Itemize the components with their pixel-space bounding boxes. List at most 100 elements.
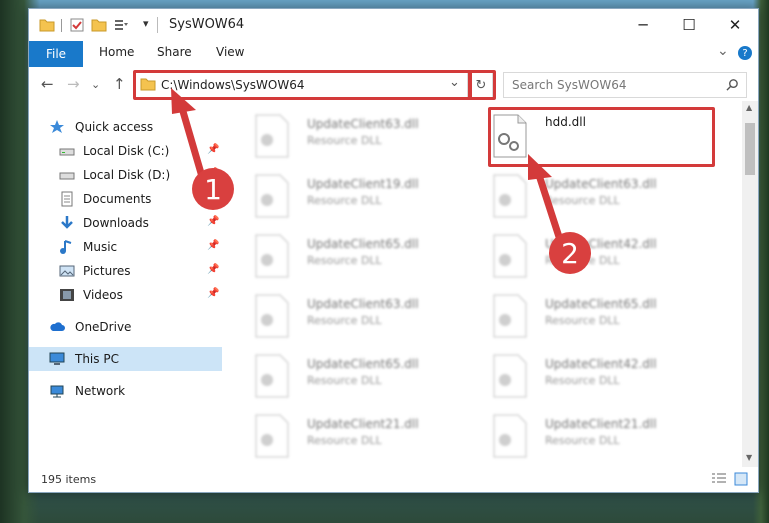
folder-icon [39, 19, 55, 32]
star-icon [50, 120, 64, 133]
dll-file-icon [493, 294, 527, 338]
dll-file-icon [255, 294, 289, 338]
file-item[interactable]: UpdateClient65.dll Resource DLL [232, 231, 462, 289]
dll-file-icon [493, 174, 527, 218]
nav-label: Local Disk (D:) [83, 168, 171, 182]
file-type: Resource DLL [545, 194, 620, 207]
nav-item-local-disk-c[interactable]: Local Disk (C:) 📌 [29, 139, 222, 163]
file-type: Resource DLL [545, 434, 620, 447]
file-item[interactable]: UpdateClient63.dll Resource DLL [470, 171, 700, 229]
scroll-down-icon[interactable]: ▼ [746, 453, 752, 462]
nav-label: Pictures [83, 264, 131, 278]
separator [61, 19, 62, 32]
computer-icon [49, 352, 65, 365]
customize-toolbar-icon[interactable] [113, 17, 129, 33]
file-item[interactable]: UpdateClient63.dll Resource DLL [232, 291, 462, 349]
network-icon [50, 385, 64, 398]
file-name: UpdateClient42.dll [545, 357, 657, 371]
nav-item-videos[interactable]: Videos 📌 [29, 283, 222, 307]
ribbon-tabs: File Home Share View ⌄ ? [29, 41, 758, 68]
search-box[interactable]: Search SysWOW64 [503, 72, 747, 98]
file-item[interactable]: UpdateClient63.dll Resource DLL [232, 111, 462, 169]
file-type: Resource DLL [307, 134, 382, 147]
music-icon [60, 240, 72, 254]
minimize-button[interactable]: ─ [620, 9, 666, 41]
file-item[interactable]: UpdateClient21.dll Resource DLL [470, 411, 700, 469]
nav-item-pictures[interactable]: Pictures 📌 [29, 259, 222, 283]
file-item[interactable]: UpdateClient21.dll Resource DLL [232, 411, 462, 469]
close-button[interactable]: ✕ [712, 9, 758, 41]
back-button[interactable]: ← [41, 75, 54, 93]
expand-ribbon-icon[interactable]: ⌄ [717, 43, 729, 59]
tab-view[interactable]: View [216, 45, 244, 59]
nav-label: Videos [83, 288, 123, 302]
file-item[interactable]: UpdateClient65.dll Resource DLL [232, 351, 462, 409]
nav-item-this-pc[interactable]: This PC [29, 347, 222, 371]
pin-icon: 📌 [207, 240, 220, 251]
help-icon[interactable]: ? [738, 46, 752, 60]
file-name: UpdateClient19.dll [307, 177, 419, 191]
nav-item-downloads[interactable]: Downloads 📌 [29, 211, 222, 235]
annotation-step-2-badge: 2 [549, 232, 591, 274]
pin-icon: 📌 [207, 144, 220, 155]
file-name: UpdateClient21.dll [307, 417, 419, 431]
file-item[interactable]: UpdateClient19.dll Resource DLL [232, 171, 462, 229]
window-title: SysWOW64 [169, 17, 245, 32]
nav-label: Downloads [83, 216, 149, 230]
forward-button[interactable]: → [67, 75, 80, 93]
nav-item-onedrive[interactable]: OneDrive [29, 315, 222, 339]
nav-label: This PC [75, 352, 119, 366]
file-name: UpdateClient63.dll [307, 297, 419, 311]
nav-item-network[interactable]: Network [29, 379, 222, 403]
file-type: Resource DLL [307, 254, 382, 267]
annotation-step-1-badge: 1 [192, 168, 234, 210]
file-item[interactable]: UpdateClient42.dll Resource DLL [470, 351, 700, 409]
nav-label: Quick access [75, 120, 154, 134]
file-name: UpdateClient65.dll [307, 237, 419, 251]
scrollbar-thumb[interactable] [745, 123, 755, 175]
drive-icon [59, 172, 75, 180]
title-bar: ▾ SysWOW64 ─ ☐ ✕ [29, 9, 758, 41]
address-highlight-box [133, 70, 472, 100]
nav-label: Documents [83, 192, 152, 206]
properties-icon[interactable] [69, 17, 85, 33]
nav-label: Local Disk (C:) [83, 144, 170, 158]
file-highlight-box [488, 107, 715, 167]
dll-file-icon [255, 174, 289, 218]
tab-share[interactable]: Share [157, 45, 192, 59]
tab-file[interactable]: File [29, 41, 83, 67]
details-view-icon[interactable] [712, 473, 726, 485]
pin-icon: 📌 [207, 264, 220, 275]
file-item[interactable]: UpdateClient65.dll Resource DLL [470, 291, 700, 349]
separator [157, 17, 158, 33]
scroll-up-icon[interactable]: ▲ [746, 103, 752, 112]
nav-item-quick-access[interactable]: Quick access [29, 115, 222, 139]
refresh-highlight-box [468, 70, 496, 100]
dll-file-icon [255, 114, 289, 158]
drive-icon [59, 148, 75, 156]
file-type: Resource DLL [307, 194, 382, 207]
up-button[interactable]: ↑ [113, 75, 126, 93]
videos-icon [60, 289, 74, 301]
quick-access-dropdown-icon[interactable]: ▾ [143, 17, 149, 30]
status-bar: 195 items [29, 467, 758, 492]
cloud-icon [50, 322, 65, 331]
nav-label: Music [83, 240, 118, 254]
pictures-icon [59, 265, 75, 277]
search-icon[interactable] [726, 78, 739, 91]
recent-locations-button[interactable]: ⌄ [91, 78, 100, 91]
explorer-window: ▾ SysWOW64 ─ ☐ ✕ File Home Share View ⌄ … [28, 8, 759, 493]
maximize-button[interactable]: ☐ [666, 9, 712, 41]
dll-file-icon [493, 414, 527, 458]
dll-file-icon [493, 354, 527, 398]
search-input[interactable]: Search SysWOW64 [512, 78, 626, 92]
file-type: Resource DLL [307, 374, 382, 387]
tab-home[interactable]: Home [99, 45, 134, 59]
new-folder-icon[interactable] [91, 17, 107, 33]
large-icons-view-icon[interactable] [734, 472, 748, 486]
documents-icon [61, 191, 73, 207]
vertical-scrollbar[interactable]: ▲ ▼ [742, 101, 758, 467]
pin-icon: 📌 [207, 216, 220, 227]
file-type: Resource DLL [307, 434, 382, 447]
nav-item-music[interactable]: Music 📌 [29, 235, 222, 259]
